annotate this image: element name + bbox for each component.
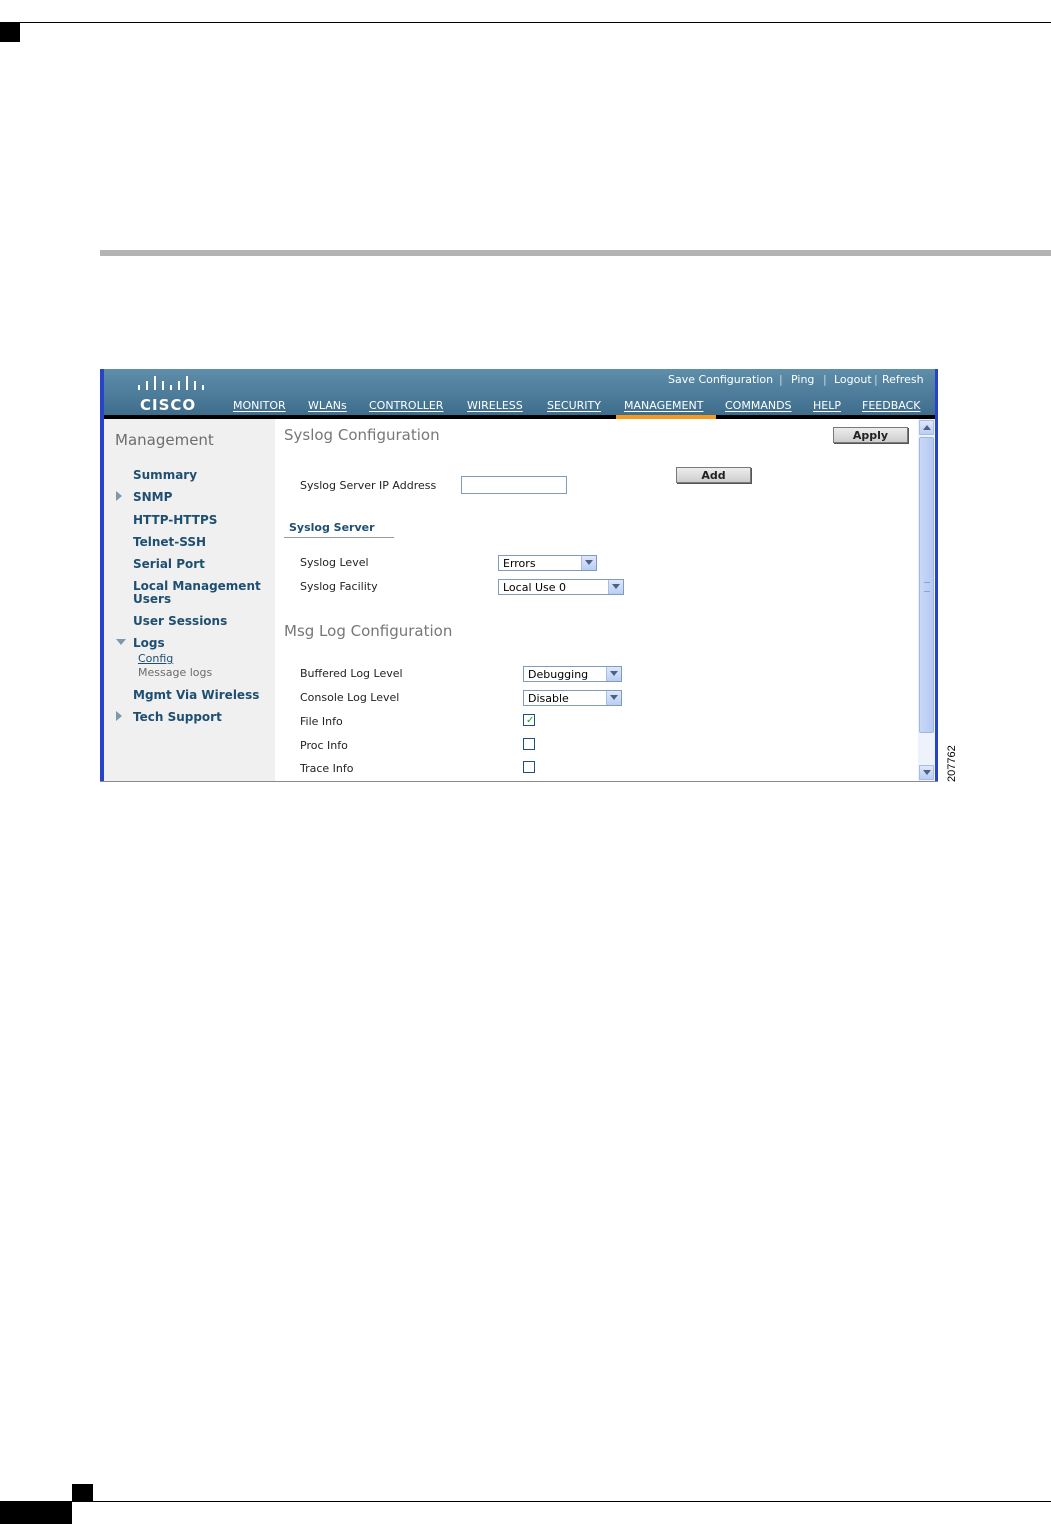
header-bar: CISCO Save Configuration | Ping | Logout… <box>104 369 935 415</box>
sidebar-item-serial-port[interactable]: Serial Port <box>133 558 205 571</box>
sidebar-item-telnet-ssh[interactable]: Telnet-SSH <box>133 536 206 549</box>
dropdown-arrow-icon[interactable] <box>608 580 623 594</box>
scroll-thumb[interactable] <box>919 437 934 733</box>
nav-commands[interactable]: COMMANDS <box>725 399 792 412</box>
sidebar-item-mgmt-via-wireless[interactable]: Mgmt Via Wireless <box>133 689 259 702</box>
syslog-level-label: Syslog Level <box>300 556 369 569</box>
syslog-facility-select[interactable]: Local Use 0 <box>498 579 624 595</box>
scroll-down-icon[interactable] <box>919 765 934 780</box>
sidebar-item-tech-support[interactable]: Tech Support <box>133 711 222 724</box>
logout-link[interactable]: Logout <box>834 373 872 386</box>
buffered-log-level-label: Buffered Log Level <box>300 667 403 680</box>
proc-info-label: Proc Info <box>300 739 348 752</box>
console-log-level-select[interactable]: Disable <box>523 690 622 706</box>
checkmark-icon: ✓ <box>526 715 535 726</box>
section-divider <box>100 250 1051 256</box>
sidebar-item-user-sessions[interactable]: User Sessions <box>133 615 227 628</box>
frame-border-bottom <box>100 781 938 782</box>
page-bottom-rule <box>72 1501 1051 1502</box>
content-panel: Syslog Configuration Apply Syslog Server… <box>275 419 919 781</box>
syslog-server-tab-label: Syslog Server <box>289 521 375 534</box>
scroll-up-icon[interactable] <box>919 420 934 435</box>
buffered-log-level-value: Debugging <box>528 668 589 681</box>
figure-id: 207762 <box>946 745 958 782</box>
page-title: Syslog Configuration <box>284 426 440 444</box>
refresh-link[interactable]: Refresh <box>882 373 924 386</box>
apply-button[interactable]: Apply <box>833 427 908 443</box>
frame-border-right <box>935 369 938 782</box>
buffered-log-level-select[interactable]: Debugging <box>523 666 622 682</box>
syslog-level-select[interactable]: Errors <box>498 555 597 571</box>
sidebar-title: Management <box>115 431 214 449</box>
nav-management[interactable]: MANAGEMENT <box>624 399 703 412</box>
sidebar-subitem-message-logs[interactable]: Message logs <box>138 666 212 679</box>
add-button[interactable]: Add <box>676 467 751 483</box>
sidebar-item-summary[interactable]: Summary <box>133 469 197 482</box>
console-log-level-label: Console Log Level <box>300 691 400 704</box>
syslog-server-tab[interactable]: Syslog Server <box>284 521 394 538</box>
nav-monitor[interactable]: MONITOR <box>233 399 286 412</box>
console-log-level-value: Disable <box>528 692 569 705</box>
wlc-screenshot: CISCO Save Configuration | Ping | Logout… <box>100 369 938 782</box>
dropdown-arrow-icon[interactable] <box>606 667 621 681</box>
msg-log-title: Msg Log Configuration <box>284 622 453 640</box>
cisco-logo: CISCO <box>136 374 204 414</box>
nav-wireless[interactable]: WIRELESS <box>467 399 523 412</box>
sidebar-item-http-https[interactable]: HTTP-HTTPS <box>133 514 217 527</box>
proc-info-checkbox[interactable] <box>523 738 535 750</box>
syslog-server-ip-input[interactable] <box>461 476 567 494</box>
page-bottom-block <box>0 1501 72 1524</box>
arrow-right-icon[interactable] <box>116 491 122 501</box>
nav-controller[interactable]: CONTROLLER <box>369 399 443 412</box>
ping-link[interactable]: Ping <box>791 373 814 386</box>
sidebar-subitem-config[interactable]: Config <box>138 652 173 665</box>
sidebar-item-local-management-users-line2[interactable]: Users <box>133 593 171 606</box>
nav-help[interactable]: HELP <box>813 399 841 412</box>
file-info-checkbox[interactable]: ✓ <box>523 714 535 726</box>
sidebar-item-logs[interactable]: Logs <box>133 637 165 650</box>
nav-feedback[interactable]: FEEDBACK <box>862 399 920 412</box>
syslog-facility-value: Local Use 0 <box>503 581 567 594</box>
nav-security[interactable]: SECURITY <box>547 399 601 412</box>
utility-separator: | <box>874 373 878 386</box>
sidebar: Management Summary SNMP HTTP-HTTPS Telne… <box>104 419 275 781</box>
utility-separator: | <box>823 373 827 386</box>
trace-info-checkbox[interactable] <box>523 761 535 773</box>
dropdown-arrow-icon[interactable] <box>606 691 621 705</box>
syslog-facility-label: Syslog Facility <box>300 580 378 593</box>
vertical-scrollbar[interactable] <box>918 419 935 781</box>
page-top-rule <box>0 22 1051 23</box>
scroll-grip <box>924 582 930 592</box>
logo-text: CISCO <box>140 396 197 414</box>
utility-separator: | <box>779 373 783 386</box>
sidebar-item-snmp[interactable]: SNMP <box>133 491 172 504</box>
cisco-logo-icon <box>138 376 204 390</box>
syslog-server-ip-label: Syslog Server IP Address <box>300 479 437 492</box>
file-info-label: File Info <box>300 715 343 728</box>
dropdown-arrow-icon[interactable] <box>581 556 596 570</box>
save-configuration-link[interactable]: Save Configuration <box>668 373 773 386</box>
page-corner-mark <box>0 22 20 42</box>
syslog-level-value: Errors <box>503 557 536 570</box>
arrow-right-icon[interactable] <box>116 711 122 721</box>
arrow-down-icon[interactable] <box>116 639 126 645</box>
page-bottom-mark <box>72 1484 93 1502</box>
trace-info-label: Trace Info <box>300 762 354 775</box>
nav-wlans[interactable]: WLANs <box>308 399 347 412</box>
